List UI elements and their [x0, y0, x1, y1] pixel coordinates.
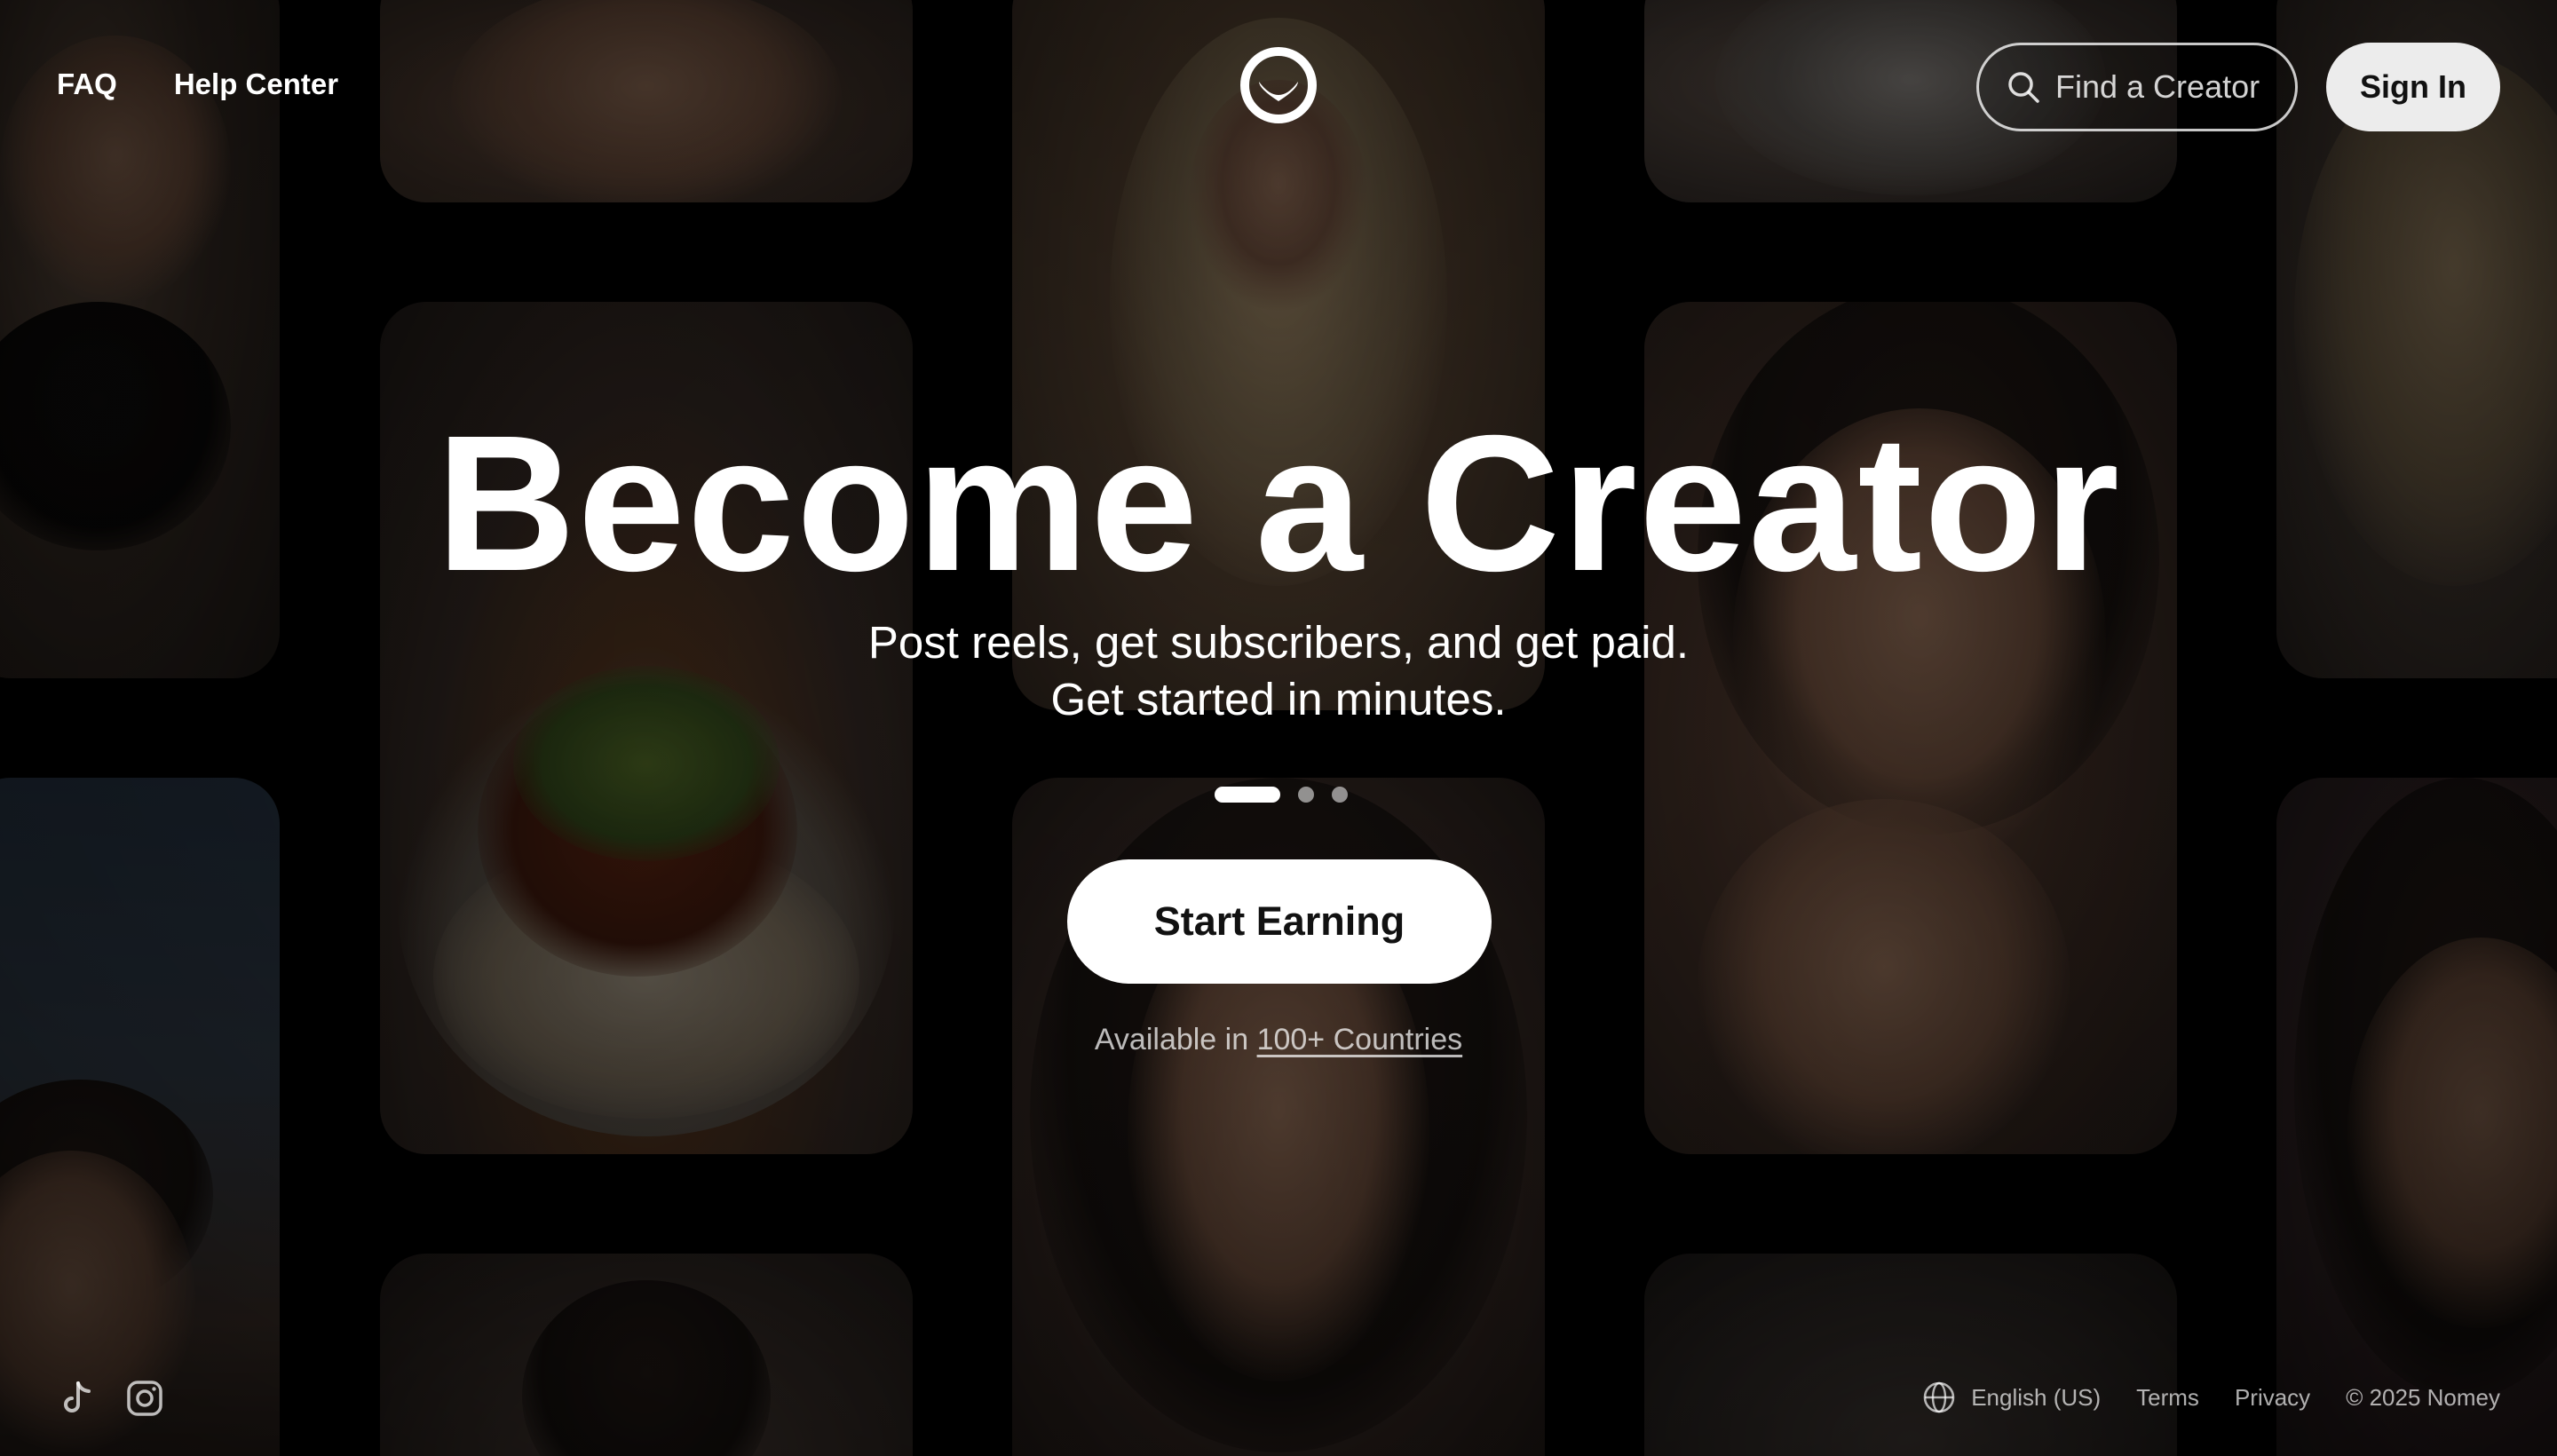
hero-subtitle-line2: Get started in minutes.	[1050, 674, 1507, 724]
globe-icon	[1923, 1381, 1955, 1413]
find-creator-search[interactable]: Find a Creator	[1976, 43, 2298, 131]
search-icon	[2008, 72, 2039, 103]
smile-face-icon[interactable]	[1239, 46, 1318, 124]
sign-in-button[interactable]: Sign In	[2326, 43, 2500, 131]
hero-subtitle-line1: Post reels, get subscribers, and get pai…	[867, 617, 1690, 668]
copyright-text: © 2025 Nomey	[2346, 1383, 2500, 1411]
vignette	[0, 0, 2557, 1456]
language-selector[interactable]: English (US)	[1921, 1380, 2101, 1415]
tiktok-icon[interactable]	[57, 1378, 98, 1419]
instagram-icon[interactable]	[124, 1378, 165, 1419]
privacy-link[interactable]: Privacy	[2235, 1384, 2310, 1412]
top-nav: FAQ Help Center	[57, 67, 338, 101]
social-links	[57, 1378, 165, 1419]
carousel-dot-active[interactable]	[1215, 787, 1280, 803]
language-label: English (US)	[1971, 1383, 2102, 1411]
carousel-dot[interactable]	[1332, 787, 1348, 803]
countries-link[interactable]: 100+ Countries	[1257, 1023, 1463, 1056]
help-center-link[interactable]: Help Center	[174, 67, 338, 101]
footer-links: English (US) Terms Privacy © 2025 Nomey	[1921, 1380, 2500, 1415]
page: FAQ Help Center Find a Creator Sign In B…	[0, 0, 2557, 1456]
availability-prefix: Available in	[1094, 1023, 1257, 1056]
availability-note: Available in 100+ Countries	[0, 1023, 2557, 1057]
hero-subtitle: Post reels, get subscribers, and get pai…	[0, 614, 2557, 728]
search-label: Find a Creator	[2055, 68, 2260, 105]
carousel-indicator	[1215, 787, 1348, 803]
faq-link[interactable]: FAQ	[57, 67, 117, 101]
hero-title: Become a Creator	[436, 396, 2121, 612]
terms-link[interactable]: Terms	[2136, 1384, 2199, 1412]
carousel-dot[interactable]	[1298, 787, 1314, 803]
start-earning-button[interactable]: Start Earning	[1067, 859, 1492, 984]
